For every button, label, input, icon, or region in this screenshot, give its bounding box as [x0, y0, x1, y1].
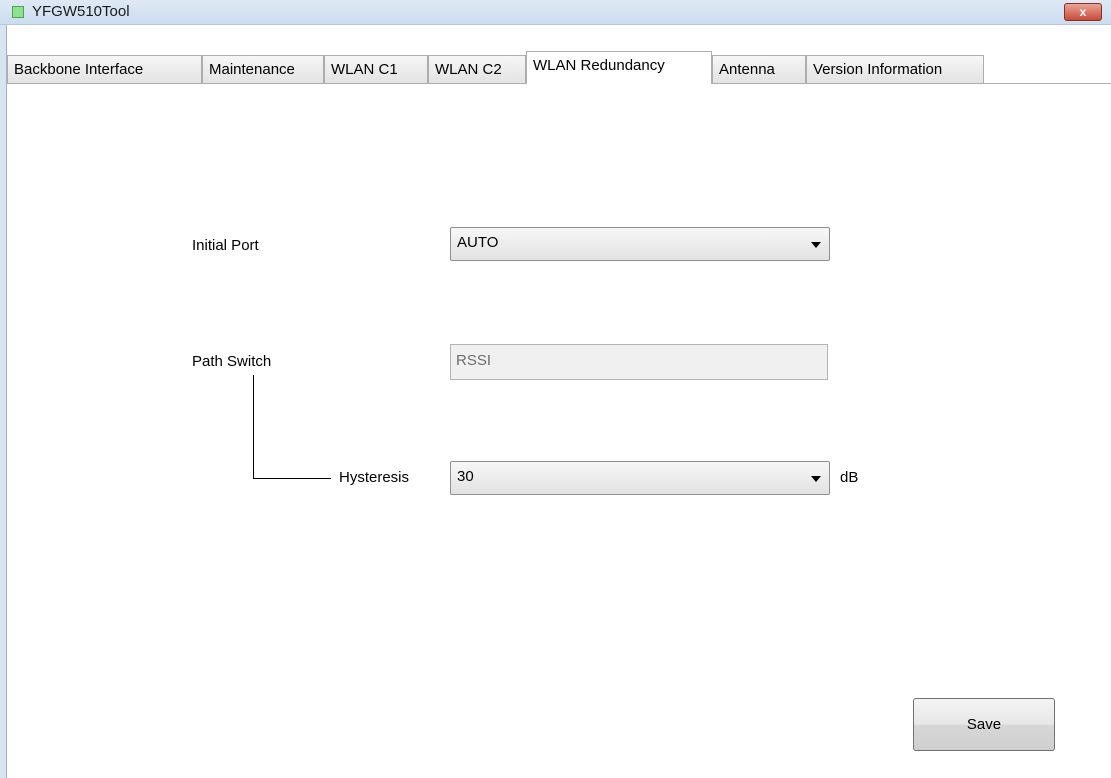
app-icon: [12, 6, 24, 18]
connector-line-horizontal: [253, 478, 331, 479]
path-switch-label: Path Switch: [192, 353, 272, 370]
window-title: YFGW510Tool: [32, 3, 130, 20]
tab-version-information[interactable]: Version Information: [806, 55, 984, 83]
app-window: YFGW510Tool x Backbone Interface Mainten…: [0, 0, 1111, 778]
initial-port-value: AUTO: [457, 234, 499, 251]
tab-wlan-c1[interactable]: WLAN C1: [324, 55, 428, 83]
hysteresis-label: Hysteresis: [339, 469, 410, 486]
path-switch-value: RSSI: [456, 352, 492, 369]
connector-line-vertical: [253, 375, 254, 479]
chevron-down-icon: [811, 476, 821, 482]
tab-strip: Backbone Interface Maintenance WLAN C1 W…: [7, 51, 1111, 84]
tab-antenna[interactable]: Antenna: [712, 55, 806, 83]
hysteresis-value: 30: [457, 468, 474, 485]
title-bar[interactable]: YFGW510Tool x: [0, 0, 1111, 25]
window-frame-left: [0, 25, 7, 778]
hysteresis-unit: dB: [840, 469, 859, 486]
hysteresis-select[interactable]: 30: [450, 461, 830, 495]
client-area: [7, 25, 1111, 778]
initial-port-label: Initial Port: [192, 237, 259, 254]
path-switch-field: RSSI: [450, 344, 828, 380]
tab-wlan-redundancy[interactable]: WLAN Redundancy: [526, 51, 712, 84]
tab-wlan-c2[interactable]: WLAN C2: [428, 55, 526, 83]
close-icon: x: [1079, 5, 1087, 19]
save-button[interactable]: Save: [913, 698, 1055, 751]
chevron-down-icon: [811, 242, 821, 248]
tab-backbone-interface[interactable]: Backbone Interface: [7, 55, 202, 83]
initial-port-select[interactable]: AUTO: [450, 227, 830, 261]
tab-maintenance[interactable]: Maintenance: [202, 55, 324, 83]
close-button[interactable]: x: [1064, 3, 1102, 21]
